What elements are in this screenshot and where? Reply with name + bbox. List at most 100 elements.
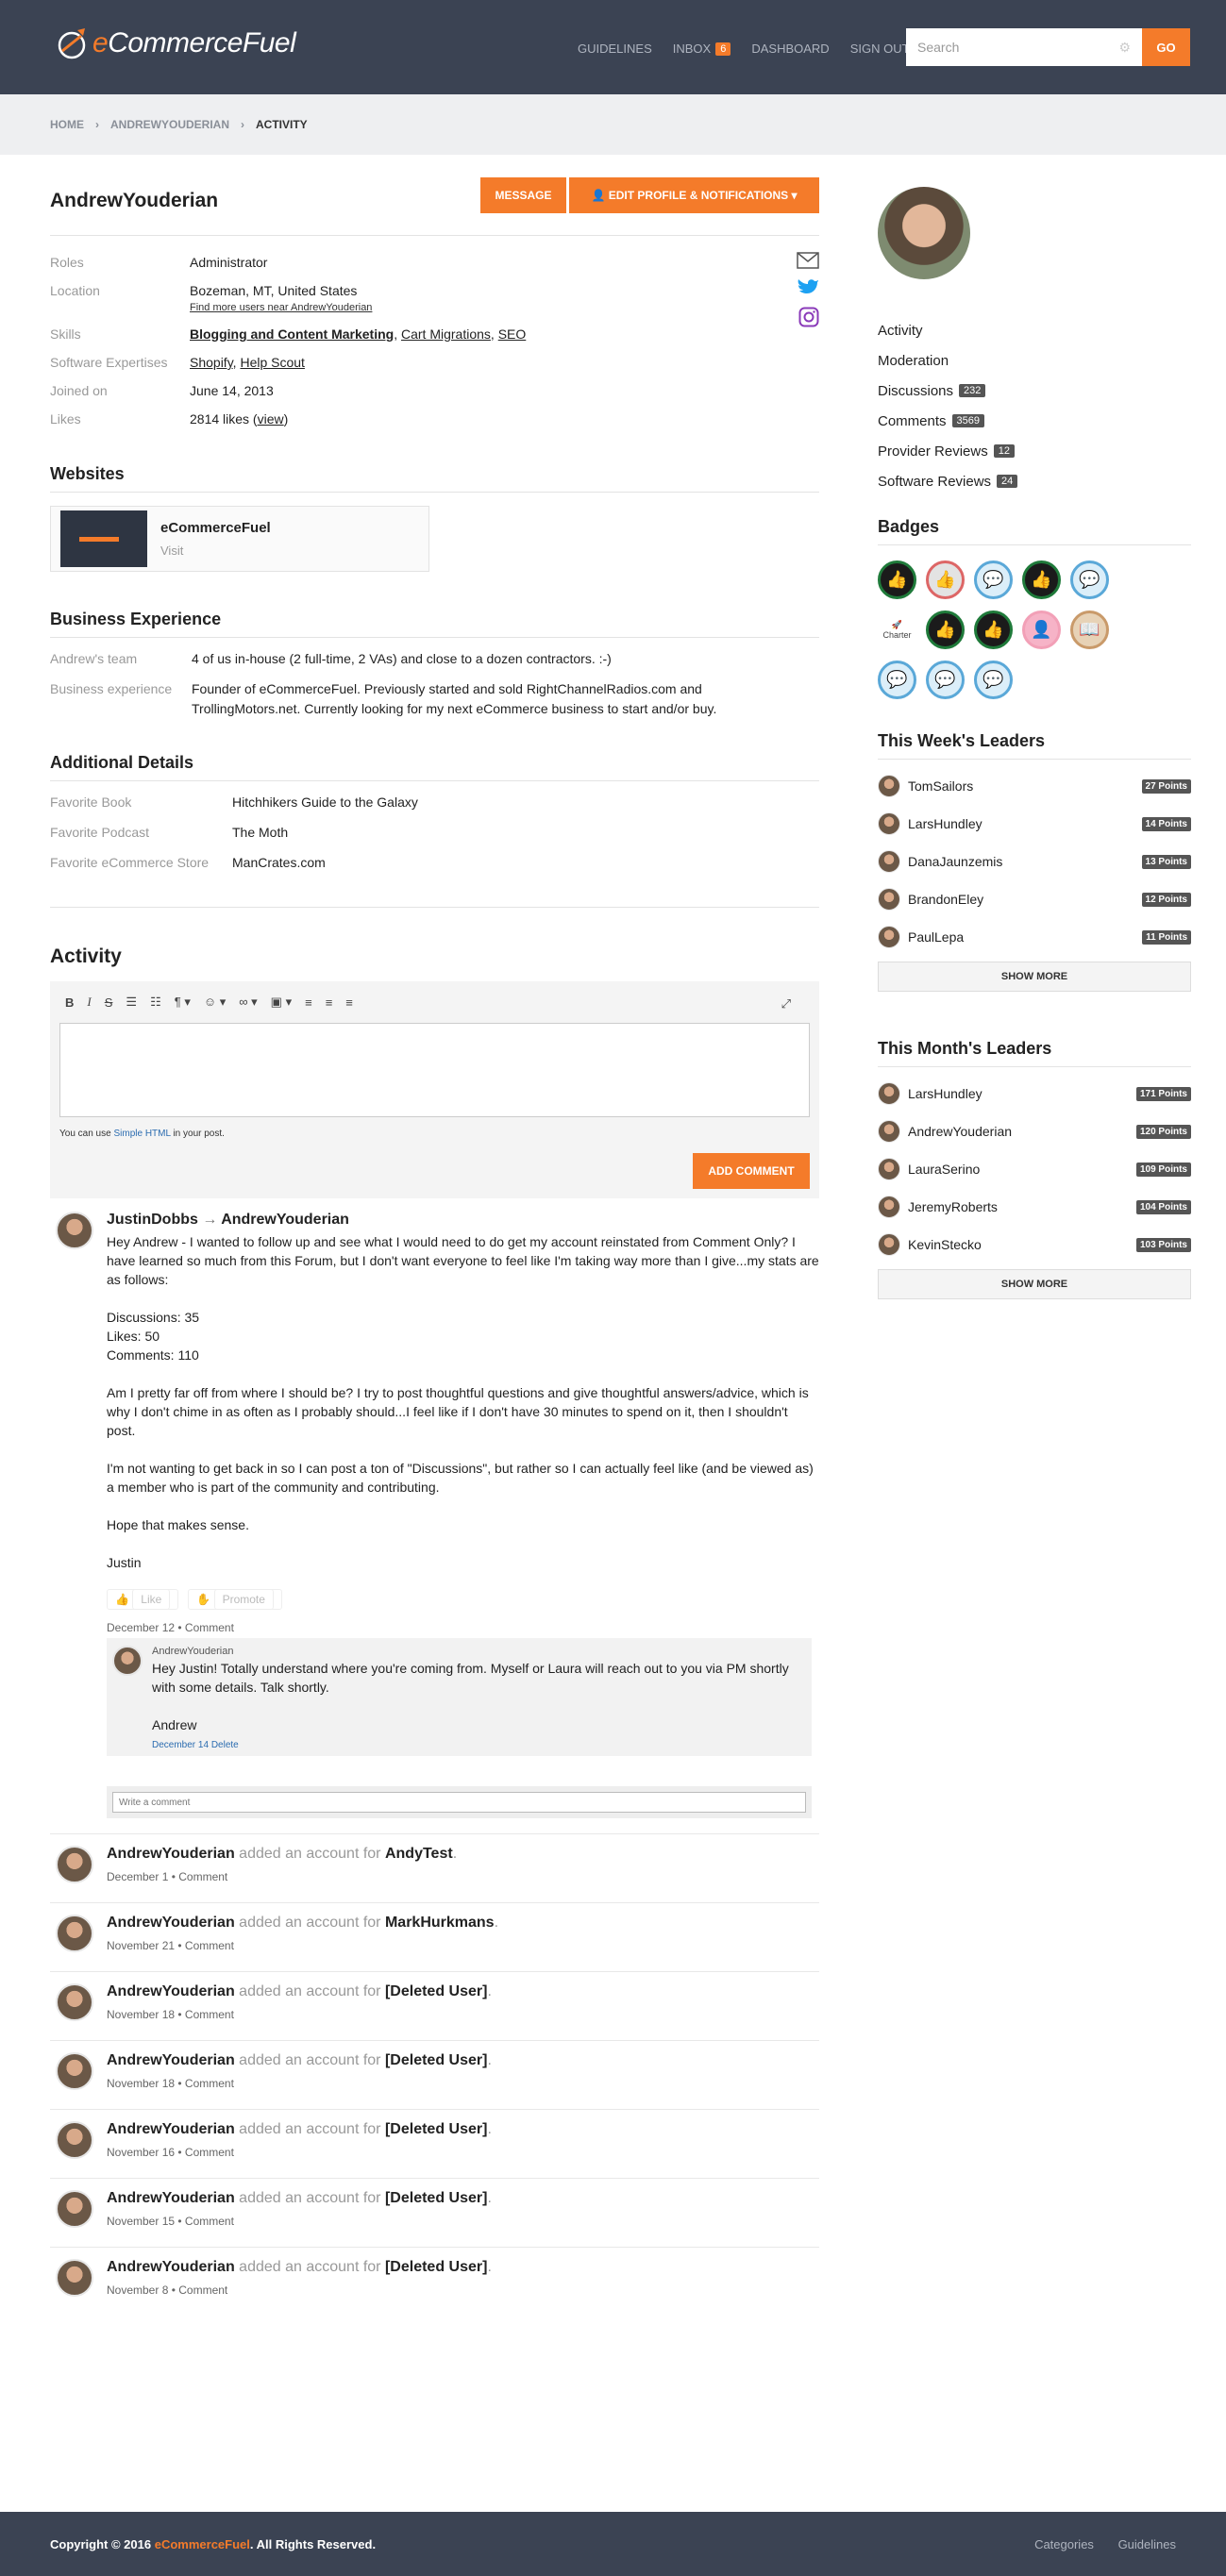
feed-user-link[interactable]: AndrewYouderian <box>107 1983 235 1999</box>
show-more-button[interactable]: SHOW MORE <box>878 962 1191 992</box>
sidebar-item-comments[interactable]: Comments 3569 <box>878 406 1191 436</box>
breadcrumb-home[interactable]: HOME <box>50 118 84 131</box>
comment-link[interactable]: Comment <box>185 2146 234 2159</box>
comment-link[interactable]: Comment <box>185 2008 234 2021</box>
software-link[interactable]: Help Scout <box>240 355 304 370</box>
badge-charter-icon[interactable]: 🚀 Charter <box>878 611 916 649</box>
comment-link[interactable]: Comment <box>178 2283 227 2297</box>
reply-author[interactable]: AndrewYouderian <box>152 1646 804 1657</box>
align-right-icon[interactable]: ≡ <box>345 995 353 1010</box>
skill-link[interactable]: Blogging and Content Marketing <box>190 326 394 342</box>
promote-button[interactable]: ✋ Promote <box>188 1589 282 1610</box>
site-logo[interactable]: eCommerceFuel <box>53 25 296 62</box>
twitter-icon[interactable] <box>797 278 819 297</box>
paragraph-format-icon[interactable]: ¶ ▾ <box>175 995 191 1010</box>
feed-user-link[interactable]: AndrewYouderian <box>107 1846 235 1862</box>
bold-icon[interactable]: B <box>65 995 74 1010</box>
align-center-icon[interactable]: ≡ <box>326 995 333 1010</box>
comment-link[interactable]: Comment <box>185 1621 234 1634</box>
website-card[interactable]: eCommerceFuel Visit <box>50 506 429 572</box>
leader-row[interactable]: LarsHundley 14 Points <box>878 805 1191 843</box>
nav-dashboard[interactable]: DASHBOARD <box>751 42 829 56</box>
feed-target-link[interactable]: [Deleted User] <box>385 2052 487 2068</box>
leader-row[interactable]: TomSailors 27 Points <box>878 767 1191 805</box>
badge-thumbs-up-icon[interactable]: 👍 <box>878 560 916 599</box>
badge-comment-icon[interactable]: 💬 <box>1070 560 1109 599</box>
link-icon[interactable]: ∞ ▾ <box>239 995 257 1010</box>
feed-user-link[interactable]: AndrewYouderian <box>107 1915 235 1931</box>
bullet-list-icon[interactable]: ☷ <box>150 995 161 1010</box>
badge-comment-icon[interactable]: 💬 <box>974 560 1013 599</box>
leader-row[interactable]: JeremyRoberts 104 Points <box>878 1188 1191 1226</box>
message-button[interactable]: MESSAGE <box>480 177 566 213</box>
comment-link[interactable]: Comment <box>185 2077 234 2090</box>
feed-user-link[interactable]: AndrewYouderian <box>107 2121 235 2137</box>
badge-comment-icon[interactable]: 💬 <box>974 661 1013 699</box>
search-go-button[interactable]: GO <box>1142 28 1190 66</box>
badge-thumbs-up-icon[interactable]: 👍 <box>926 560 965 599</box>
search-input[interactable]: Search ⚙ <box>906 28 1142 66</box>
avatar[interactable] <box>56 1983 93 2021</box>
emoji-icon[interactable]: ☺ ▾ <box>204 995 226 1010</box>
badge-thumbs-up-icon[interactable]: 👍 <box>974 611 1013 649</box>
like-button[interactable]: 👍 Like <box>107 1589 179 1610</box>
write-comment-input[interactable] <box>112 1792 806 1813</box>
ordered-list-icon[interactable]: ☰ <box>126 995 137 1010</box>
feed-target-link[interactable]: MarkHurkmans <box>385 1915 495 1931</box>
sidebar-item-software-reviews[interactable]: Software Reviews 24 <box>878 466 1191 496</box>
post-author-link[interactable]: JustinDobbs <box>107 1212 198 1228</box>
edit-profile-button[interactable]: 👤 EDIT PROFILE & NOTIFICATIONS ▾ <box>569 177 819 213</box>
avatar[interactable] <box>56 2052 93 2090</box>
search-options-icon[interactable]: ⚙ <box>1118 40 1131 56</box>
avatar[interactable] <box>56 1915 93 1952</box>
sidebar-item-provider-reviews[interactable]: Provider Reviews 12 <box>878 436 1191 466</box>
breadcrumb-user[interactable]: ANDREWYOUDERIAN <box>110 118 229 131</box>
sidebar-item-discussions[interactable]: Discussions 232 <box>878 376 1191 406</box>
instagram-icon[interactable] <box>798 307 819 327</box>
feed-target-link[interactable]: [Deleted User] <box>385 2121 487 2137</box>
find-nearby-users-link[interactable]: Find more users near AndrewYouderian <box>190 302 372 313</box>
comment-textarea[interactable] <box>59 1023 810 1117</box>
badge-person-icon[interactable]: 👤 <box>1022 611 1061 649</box>
likes-view-link[interactable]: view <box>258 411 284 427</box>
nav-sign-out[interactable]: SIGN OUT <box>850 42 910 56</box>
avatar[interactable] <box>56 1846 93 1883</box>
avatar[interactable] <box>56 2190 93 2228</box>
feed-target-link[interactable]: [Deleted User] <box>385 2190 487 2206</box>
feed-target-link[interactable]: AndyTest <box>385 1846 453 1862</box>
leader-row[interactable]: LarsHundley 171 Points <box>878 1075 1191 1112</box>
sidebar-item-activity[interactable]: Activity <box>878 315 1191 345</box>
align-left-icon[interactable]: ≡ <box>305 995 312 1010</box>
feed-target-link[interactable]: [Deleted User] <box>385 2259 487 2275</box>
feed-user-link[interactable]: AndrewYouderian <box>107 2052 235 2068</box>
badge-comment-icon[interactable]: 💬 <box>878 661 916 699</box>
leader-row[interactable]: PaulLepa 11 Points <box>878 918 1191 956</box>
avatar[interactable] <box>56 1212 93 1249</box>
skill-link[interactable]: Cart Migrations <box>401 326 491 342</box>
strikethrough-icon[interactable]: S <box>105 995 113 1010</box>
expand-icon[interactable]: ⤢ <box>781 996 791 1012</box>
avatar[interactable] <box>56 2121 93 2159</box>
email-icon[interactable] <box>797 252 819 269</box>
simple-html-link[interactable]: Simple HTML <box>113 1129 170 1139</box>
footer-brand-link[interactable]: eCommerceFuel <box>155 2537 250 2551</box>
image-icon[interactable]: ▣ ▾ <box>271 995 292 1010</box>
badge-thumbs-up-icon[interactable]: 👍 <box>1022 560 1061 599</box>
feed-user-link[interactable]: AndrewYouderian <box>107 2259 235 2275</box>
sidebar-item-moderation[interactable]: Moderation <box>878 345 1191 376</box>
badge-comment-icon[interactable]: 💬 <box>926 661 965 699</box>
feed-target-link[interactable]: [Deleted User] <box>385 1983 487 1999</box>
badge-book-icon[interactable]: 📖 <box>1070 611 1109 649</box>
comment-link[interactable]: Comment <box>185 1939 234 1952</box>
comment-link[interactable]: Comment <box>185 2215 234 2228</box>
comment-link[interactable]: Comment <box>178 1870 227 1883</box>
leader-row[interactable]: DanaJaunzemis 13 Points <box>878 843 1191 880</box>
post-target-link[interactable]: AndrewYouderian <box>221 1212 349 1228</box>
feed-user-link[interactable]: AndrewYouderian <box>107 2190 235 2206</box>
leader-row[interactable]: BrandonEley 12 Points <box>878 880 1191 918</box>
skill-link[interactable]: SEO <box>498 326 527 342</box>
footer-categories-link[interactable]: Categories <box>1034 2537 1094 2551</box>
avatar[interactable] <box>112 1646 143 1676</box>
show-more-button[interactable]: SHOW MORE <box>878 1269 1191 1299</box>
footer-guidelines-link[interactable]: Guidelines <box>1118 2537 1176 2551</box>
